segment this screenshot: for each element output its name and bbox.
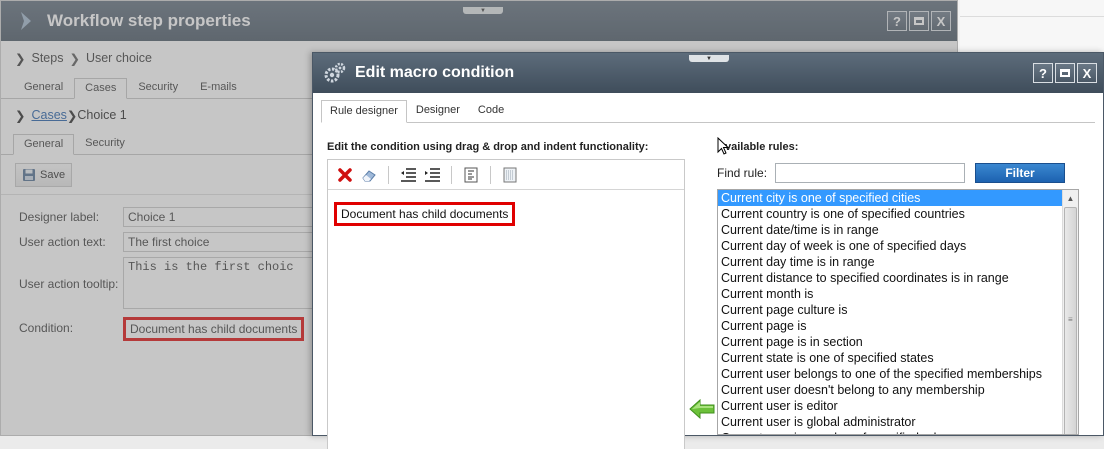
find-rule-label: Find rule: bbox=[717, 166, 768, 180]
rule-list-item[interactable]: Current day of week is one of specified … bbox=[718, 238, 1062, 254]
indent-icon[interactable] bbox=[423, 166, 441, 184]
mouse-cursor-icon bbox=[717, 137, 729, 155]
grip-icon: ≡ bbox=[1068, 315, 1073, 324]
rule-list-item[interactable]: Current user doesn't belong to any membe… bbox=[718, 382, 1062, 398]
designer-toolbar bbox=[328, 160, 684, 190]
gears-icon bbox=[324, 62, 346, 83]
scrollbar[interactable]: ▲ ≡ bbox=[1062, 190, 1078, 434]
parameters-icon[interactable] bbox=[462, 166, 480, 184]
rule-list-item[interactable]: Current page is bbox=[718, 318, 1062, 334]
find-rule-row: Find rule: Filter bbox=[717, 163, 1077, 183]
filter-button[interactable]: Filter bbox=[975, 163, 1065, 183]
edit-macro-condition-dialog: Edit macro condition ? X ▼ Rule designer… bbox=[312, 52, 1104, 449]
rules-items: Current city is one of specified cities C… bbox=[718, 190, 1078, 434]
eraser-icon[interactable] bbox=[360, 166, 378, 184]
rule-list-item[interactable]: Current city is one of specified cities bbox=[718, 190, 1062, 206]
scroll-up-icon[interactable]: ▲ bbox=[1063, 190, 1078, 206]
available-rules-heading: vailable rules: bbox=[725, 141, 799, 153]
rule-list-item[interactable]: Current user belongs to one of the speci… bbox=[718, 366, 1062, 382]
delete-icon[interactable] bbox=[336, 166, 354, 184]
maximize-button[interactable] bbox=[1055, 63, 1075, 83]
available-rules-list: Current city is one of specified cities C… bbox=[717, 189, 1079, 435]
tab-designer[interactable]: Designer bbox=[407, 99, 469, 122]
dialog-tabs: Rule designer Designer Code bbox=[321, 97, 1095, 123]
rule-list-item[interactable]: Current month is bbox=[718, 286, 1062, 302]
rule-list-item[interactable]: Current country is one of specified coun… bbox=[718, 206, 1062, 222]
rule-list-item[interactable]: Current date/time is in range bbox=[718, 222, 1062, 238]
toolbar-divider bbox=[388, 165, 389, 184]
available-rules-pane: vailable rules: Find rule: Filter Curren… bbox=[717, 141, 1079, 435]
rule-list-item[interactable]: Current state is one of specified states bbox=[718, 350, 1062, 366]
condition-rule[interactable]: Document has child documents bbox=[334, 202, 516, 226]
add-rule-arrow-icon[interactable] bbox=[689, 399, 715, 419]
rule-list-item[interactable]: Current day time is in range bbox=[718, 254, 1062, 270]
background-divider bbox=[960, 16, 1104, 17]
rule-designer-pane: Edit the condition using drag & drop and… bbox=[327, 141, 687, 449]
scroll-thumb[interactable]: ≡ bbox=[1064, 207, 1077, 434]
tab-code[interactable]: Code bbox=[469, 99, 513, 122]
designer-heading: Edit the condition using drag & drop and… bbox=[327, 141, 649, 153]
rule-list-item[interactable]: Current user is global administrator bbox=[718, 414, 1062, 430]
rule-list-item[interactable]: Current page is in section bbox=[718, 334, 1062, 350]
help-button[interactable]: ? bbox=[1033, 63, 1053, 83]
tab-rule-designer[interactable]: Rule designer bbox=[321, 100, 407, 123]
rule-list-item[interactable]: Current user is editor bbox=[718, 398, 1062, 414]
collapse-handle[interactable]: ▼ bbox=[689, 55, 729, 62]
toolbar-divider bbox=[451, 165, 452, 184]
close-button[interactable]: X bbox=[1077, 63, 1097, 83]
rule-list-item[interactable]: Current user is member of specified role bbox=[718, 430, 1062, 434]
find-rule-input[interactable] bbox=[775, 163, 965, 183]
view-code-icon[interactable] bbox=[501, 166, 519, 184]
rule-designer-area: Document has child documents bbox=[327, 159, 685, 449]
rule-list-item[interactable]: Current page culture is bbox=[718, 302, 1062, 318]
dialog-title: Edit macro condition bbox=[355, 64, 515, 81]
rule-list-item[interactable]: Current distance to specified coordinate… bbox=[718, 270, 1062, 286]
toolbar-divider bbox=[490, 165, 491, 184]
outdent-icon[interactable] bbox=[399, 166, 417, 184]
